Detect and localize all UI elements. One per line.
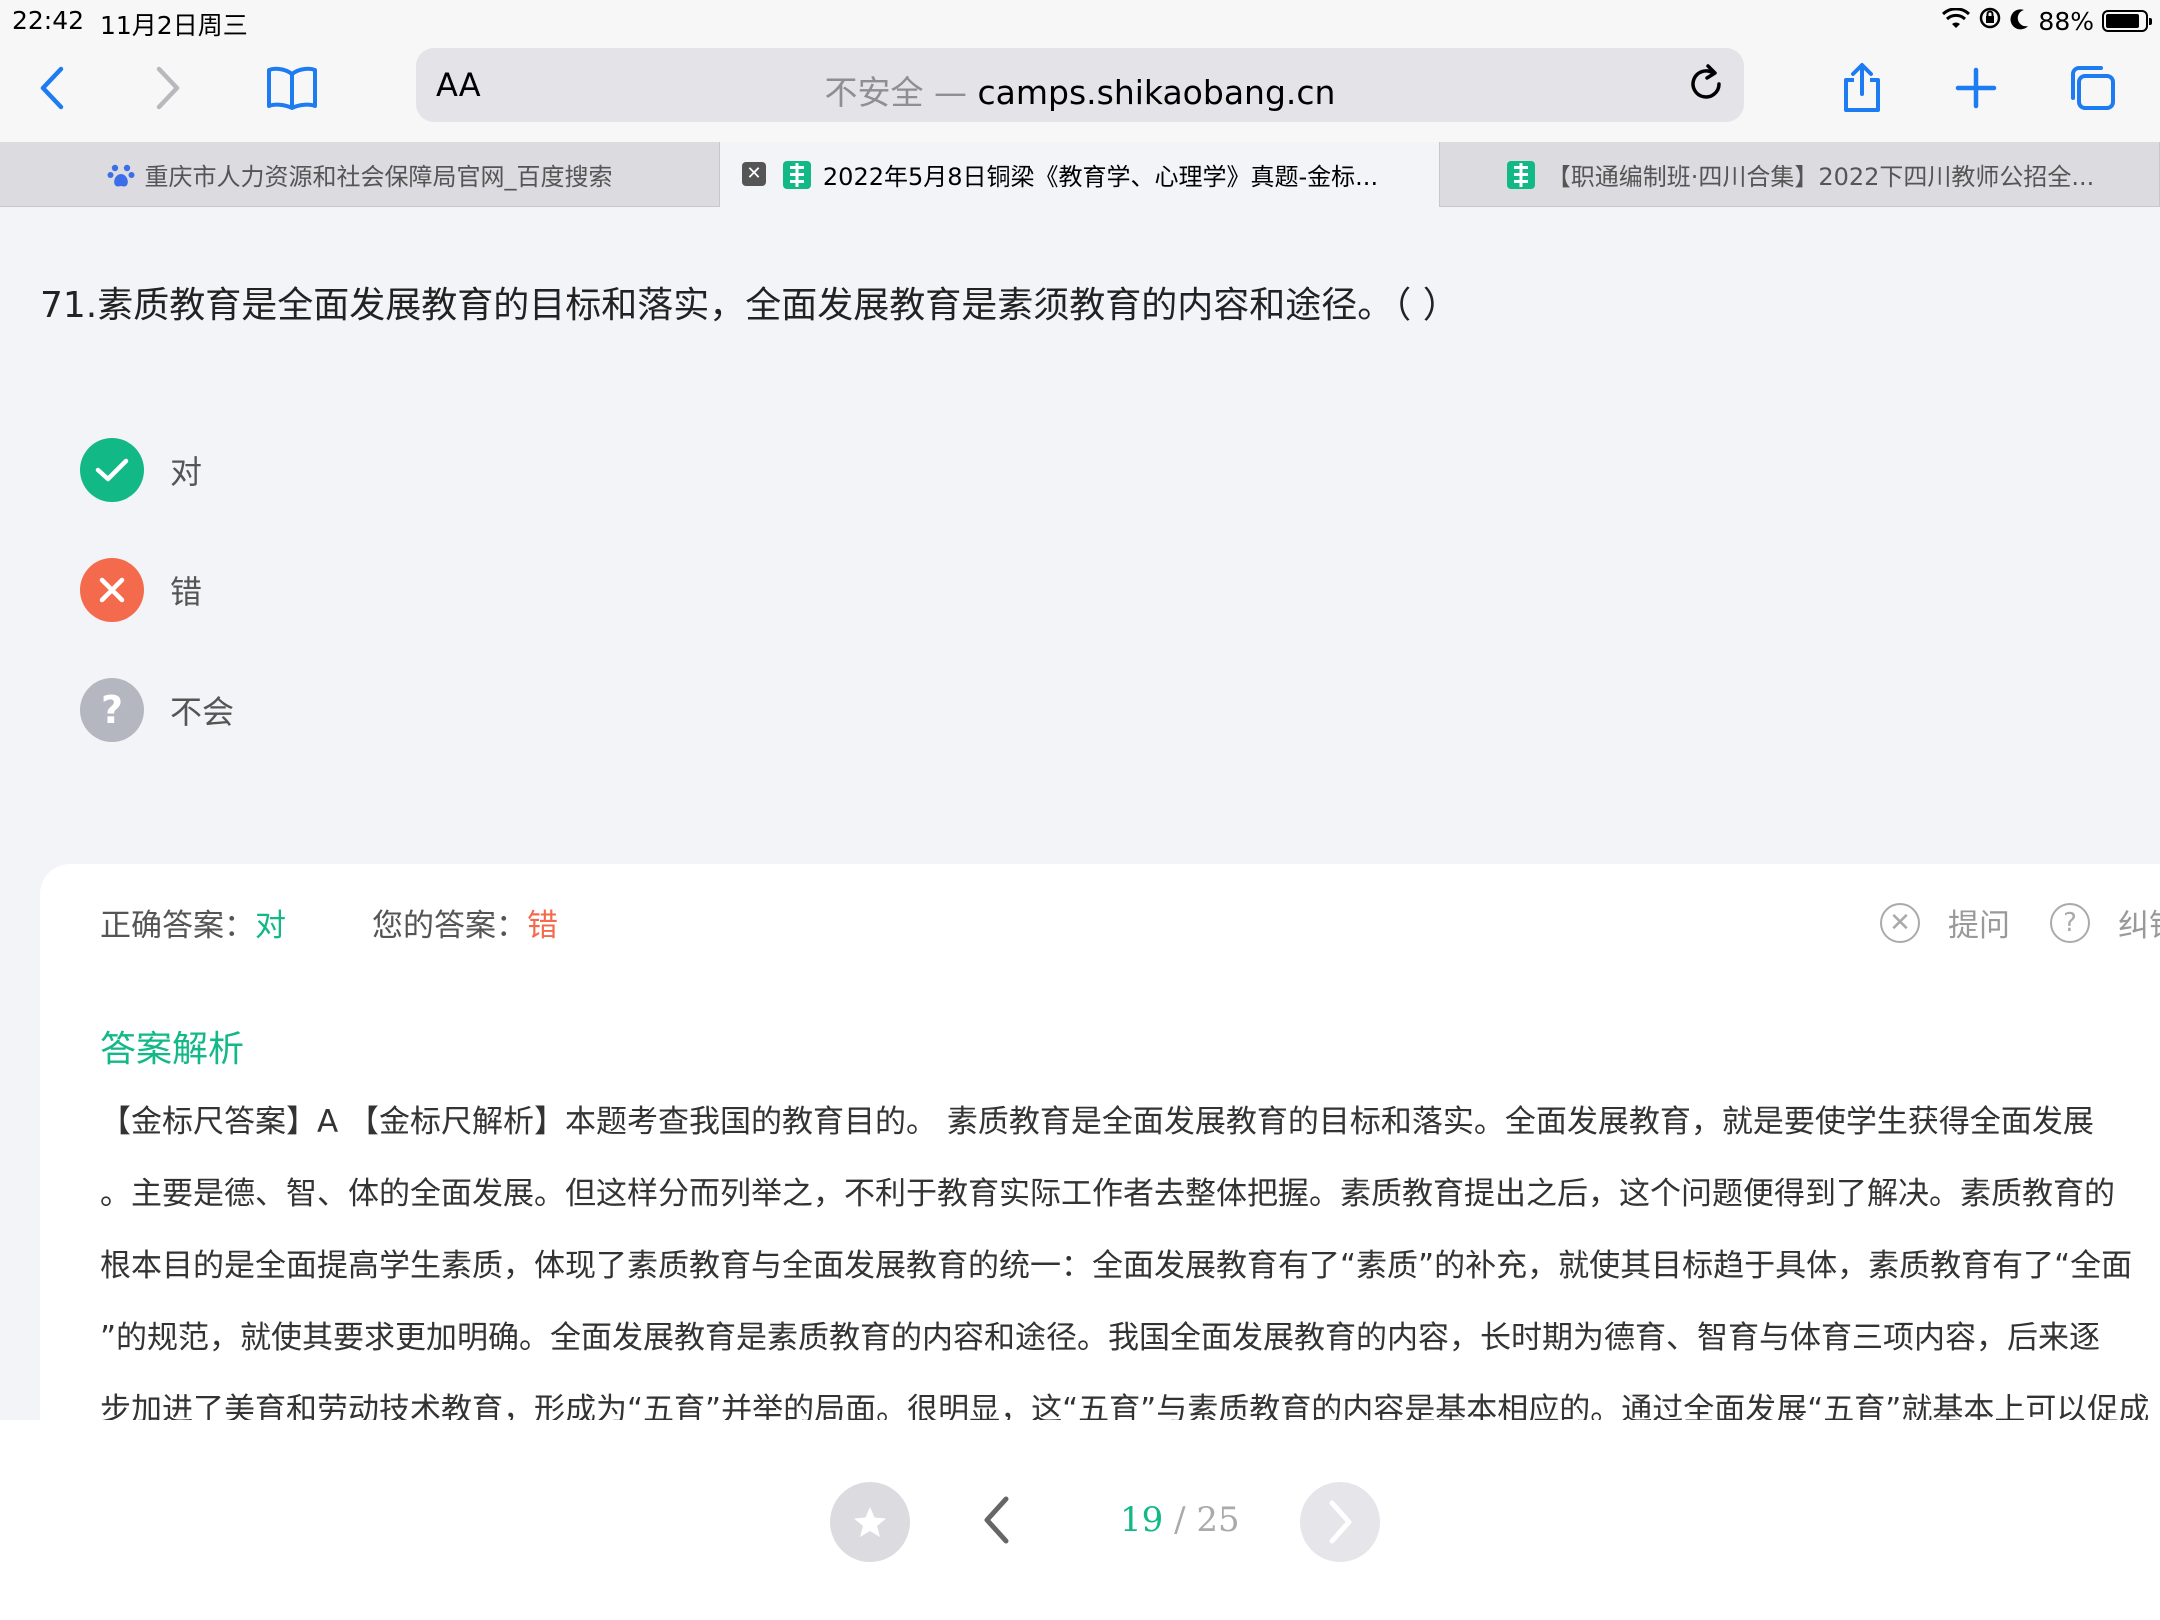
chevron-left-icon bbox=[40, 66, 64, 110]
analysis-line: ”的规范，就使其要求更加明确。全面发展教育是素质教育的内容和途径。我国全面发展教… bbox=[100, 1320, 2101, 1356]
battery-icon bbox=[2102, 10, 2152, 32]
correct-answer-value: 对 bbox=[255, 908, 286, 944]
baidu-paw-icon bbox=[107, 161, 135, 189]
your-answer-value: 错 bbox=[527, 908, 558, 944]
status-right: 88% bbox=[1942, 6, 2152, 36]
ask-button[interactable]: 提问 bbox=[1948, 900, 2010, 945]
check-icon bbox=[80, 438, 144, 502]
tab-strip: 重庆市人力资源和社会保障局官网_百度搜索 ✕ 2022年5月8日铜梁《教育学、心… bbox=[0, 142, 2160, 207]
option-wrong[interactable]: 错 bbox=[80, 558, 202, 622]
address-bar[interactable]: AA 不安全 — camps.shikaobang.cn bbox=[416, 48, 1744, 122]
answer-card: 正确答案：对 您的答案：错 ✕ 提问 ? 纠错 答案解析 【金标尺答案】A 【金… bbox=[40, 864, 2160, 1424]
option-correct[interactable]: 对 bbox=[80, 438, 202, 502]
cross-icon bbox=[80, 558, 144, 622]
chevron-right-icon bbox=[156, 66, 180, 110]
help-icon[interactable]: ? bbox=[2050, 902, 2090, 943]
correct-answer-label: 正确答案： bbox=[100, 908, 255, 944]
back-button[interactable] bbox=[22, 58, 82, 118]
reload-icon[interactable] bbox=[1686, 62, 1726, 108]
report-error-button[interactable]: 纠错 bbox=[2118, 900, 2160, 945]
current-page: 19 bbox=[1120, 1500, 1164, 1540]
status-date: 11月2日周三 bbox=[100, 11, 248, 40]
analysis-line: 。主要是德、智、体的全面发展。但这样分而列举之，不利于教育实际工作者去整体把握。… bbox=[100, 1176, 2115, 1212]
question-mark-icon: ? bbox=[80, 678, 144, 742]
bottom-nav: 19 / 25 bbox=[0, 1420, 2160, 1620]
your-answer: 您的答案：错 bbox=[372, 900, 558, 945]
analysis-line: 根本目的是全面提高学生素质，体现了素质教育与全面发展教育的统一：全面发展教育有了… bbox=[100, 1248, 2133, 1284]
tab-sichuan-course[interactable]: 【职通编制班·四川合集】2022下四川教师公招全... bbox=[1440, 142, 2160, 207]
forward-button[interactable] bbox=[138, 58, 198, 118]
wifi-icon bbox=[1942, 6, 1971, 36]
tab-title: 2022年5月8日铜梁《教育学、心理学》真题-金标... bbox=[822, 163, 1379, 191]
book-icon bbox=[267, 66, 317, 110]
page-separator: / bbox=[1163, 1500, 1197, 1540]
option-label: 错 bbox=[170, 573, 203, 611]
ask-icon[interactable]: ✕ bbox=[1880, 902, 1920, 943]
url-text[interactable]: 不安全 — camps.shikaobang.cn bbox=[416, 66, 1744, 114]
option-label: 不会 bbox=[170, 693, 235, 731]
status-bar: 22:42 11月2日周三 88% bbox=[0, 0, 2160, 42]
url-domain: camps.shikaobang.cn bbox=[977, 73, 1336, 112]
total-pages: 25 bbox=[1196, 1500, 1240, 1540]
orientation-lock-icon bbox=[1978, 6, 2002, 36]
star-icon bbox=[854, 1507, 886, 1537]
chevron-right-icon bbox=[1329, 1500, 1352, 1544]
close-tab-icon[interactable]: ✕ bbox=[742, 162, 766, 186]
previous-question-button[interactable] bbox=[976, 1490, 1016, 1550]
favorite-button[interactable] bbox=[830, 1482, 910, 1562]
tabs-overview-button[interactable] bbox=[2062, 58, 2122, 118]
option-label: 对 bbox=[170, 453, 203, 491]
question-text: 71.素质教育是全面发展教育的目标和落实，全面发展教育是素须教育的内容和途径。（… bbox=[40, 285, 1459, 326]
bookmarks-button[interactable] bbox=[262, 58, 322, 118]
tab-title: 重庆市人力资源和社会保障局官网_百度搜索 bbox=[144, 163, 613, 191]
option-unknown[interactable]: ? 不会 bbox=[80, 678, 234, 742]
correct-answer: 正确答案：对 bbox=[100, 900, 286, 945]
next-question-button[interactable] bbox=[1300, 1482, 1380, 1562]
insecure-label: 不安全 bbox=[824, 73, 924, 112]
shikaobang-icon bbox=[1505, 159, 1537, 191]
tabs-icon bbox=[2071, 66, 2115, 110]
analysis-title: 答案解析 bbox=[100, 1029, 245, 1070]
tab-baidu-search[interactable]: 重庆市人力资源和社会保障局官网_百度搜索 bbox=[0, 142, 720, 207]
your-answer-label: 您的答案： bbox=[372, 908, 527, 944]
battery-percent: 88% bbox=[2038, 6, 2094, 36]
chevron-left-icon bbox=[984, 1496, 1009, 1544]
analysis-line: 步加进了美育和劳动技术教育，形成为“五育”并举的局面。很明显，这“五育”与素质教… bbox=[100, 1392, 2150, 1424]
plus-icon bbox=[1955, 67, 1997, 109]
answer-actions: ✕ 提问 ? 纠错 bbox=[1880, 900, 2160, 945]
status-time: 22:42 bbox=[12, 6, 85, 35]
tab-title: 【职通编制班·四川合集】2022下四川教师公招全... bbox=[1546, 163, 2095, 191]
new-tab-button[interactable] bbox=[1946, 58, 2006, 118]
url-separator: — bbox=[923, 73, 978, 112]
tab-exam-active[interactable]: ✕ 2022年5月8日铜梁《教育学、心理学》真题-金标... bbox=[720, 142, 1440, 207]
browser-toolbar: AA 不安全 — camps.shikaobang.cn bbox=[0, 42, 2160, 142]
moon-icon bbox=[2010, 7, 2030, 36]
page-indicator: 19 / 25 bbox=[1120, 1500, 1240, 1540]
share-button[interactable] bbox=[1832, 58, 1892, 118]
share-icon bbox=[1844, 63, 1880, 112]
analysis-body: 【金标尺答案】A 【金标尺解析】本题考查我国的教育目的。 素质教育是全面发展教育… bbox=[100, 1086, 2160, 1424]
analysis-line: 【金标尺答案】A 【金标尺解析】本题考查我国的教育目的。 素质教育是全面发展教育… bbox=[100, 1104, 2094, 1140]
shikaobang-icon bbox=[781, 159, 813, 191]
